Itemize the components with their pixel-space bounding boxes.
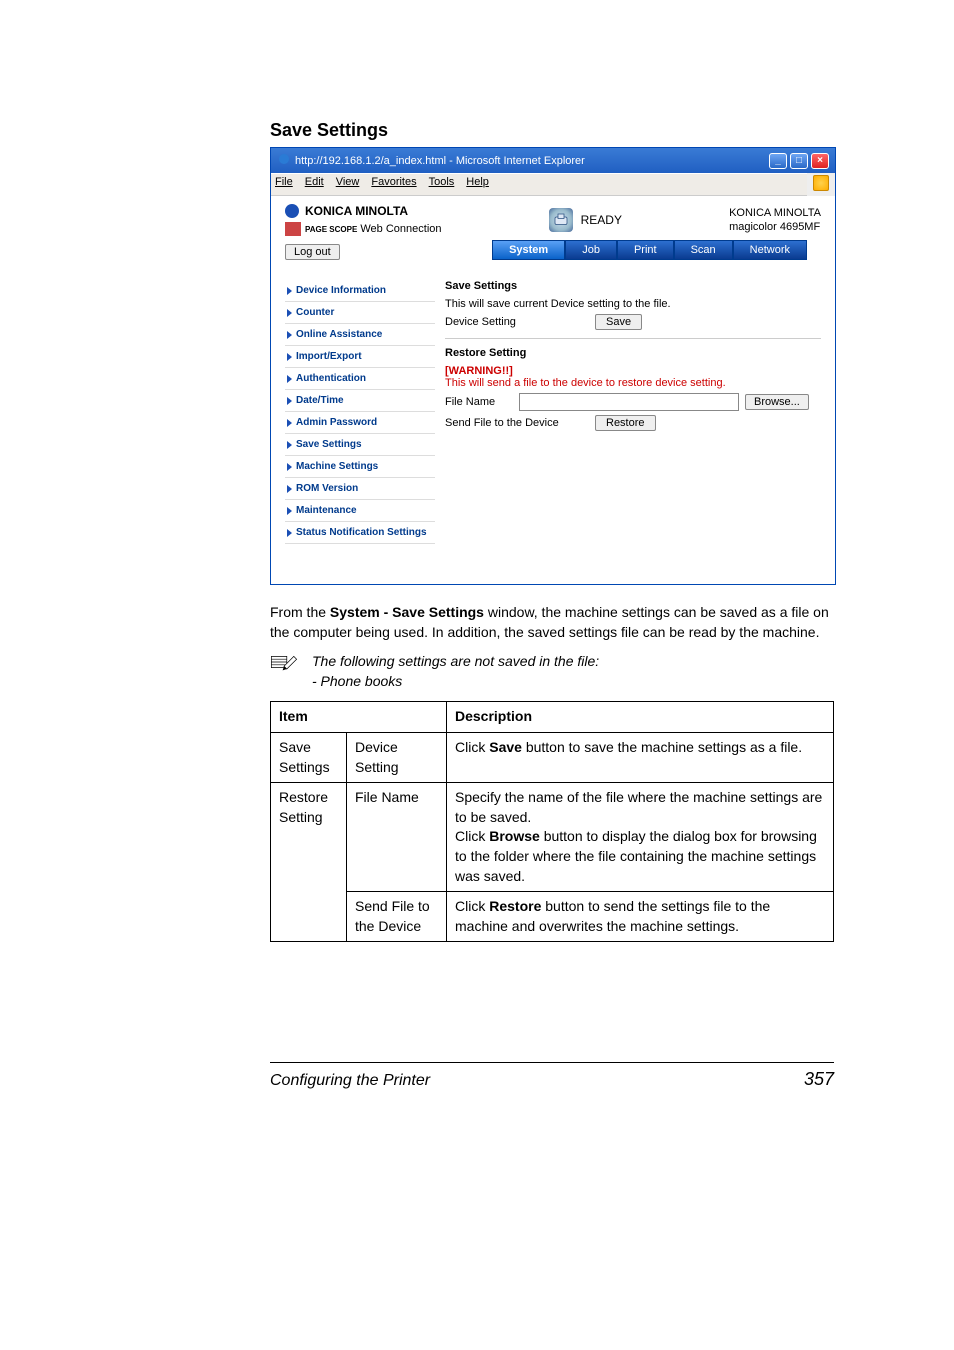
cell-send-file: Send File to the Device	[347, 892, 447, 942]
nav-status-notification[interactable]: Status Notification Settings	[285, 522, 435, 544]
left-nav: Device Information Counter Online Assist…	[285, 280, 435, 544]
cell-file-name-desc: Specify the name of the file where the m…	[447, 783, 834, 892]
ie-icon	[277, 152, 291, 169]
triangle-icon	[287, 309, 292, 317]
pagescope-icon	[285, 222, 301, 236]
brand-label: KONICA MINOLTA	[305, 204, 408, 218]
km-logo-icon	[285, 204, 299, 218]
triangle-icon	[287, 529, 292, 537]
nav-online-assistance[interactable]: Online Assistance	[285, 324, 435, 346]
warning-text: This will send a file to the device to r…	[445, 377, 821, 389]
status-ready-icon	[549, 208, 573, 232]
logout-button[interactable]: Log out	[285, 244, 340, 260]
status-ready-text: READY	[581, 213, 622, 227]
browser-window: http://192.168.1.2/a_index.html - Micros…	[270, 147, 836, 585]
cell-save-desc: Click Save button to save the machine se…	[447, 732, 834, 782]
pagescope-label: PAGE SCOPE Web Connection	[305, 223, 442, 235]
tab-network[interactable]: Network	[733, 240, 807, 260]
main-panel: Save Settings This will save current Dev…	[445, 280, 821, 544]
device-brand: KONICA MINOLTA	[729, 206, 821, 220]
triangle-icon	[287, 441, 292, 449]
menu-view[interactable]: View	[336, 176, 360, 193]
footer-title: Configuring the Printer	[270, 1072, 430, 1090]
warning-label: [WARNING!!]	[445, 365, 821, 377]
minimize-icon[interactable]: _	[769, 153, 787, 169]
panel-save-settings-title: Save Settings	[445, 280, 821, 292]
close-icon[interactable]: ×	[811, 153, 829, 169]
paragraph-intro: From the System - Save Settings window, …	[270, 603, 834, 642]
table-row: Send File to the Device Click Restore bu…	[271, 892, 834, 942]
panel-save-desc: This will save current Device setting to…	[445, 298, 821, 310]
menu-favorites[interactable]: Favorites	[371, 176, 416, 193]
tab-scan[interactable]: Scan	[674, 240, 733, 260]
panel-restore-title: Restore Setting	[445, 347, 821, 359]
menu-tools[interactable]: Tools	[429, 176, 455, 193]
nav-import-export[interactable]: Import/Export	[285, 346, 435, 368]
cell-send-file-desc: Click Restore button to send the setting…	[447, 892, 834, 942]
browser-menubar: File Edit View Favorites Tools Help	[271, 173, 807, 196]
maximize-icon[interactable]: □	[790, 153, 808, 169]
file-name-label: File Name	[445, 396, 513, 408]
section-heading: Save Settings	[270, 120, 834, 141]
menu-edit[interactable]: Edit	[305, 176, 324, 193]
triangle-icon	[287, 507, 292, 515]
cell-file-name: File Name	[347, 783, 447, 892]
nav-device-information[interactable]: Device Information	[285, 280, 435, 302]
tab-system[interactable]: System	[492, 240, 565, 260]
tab-print[interactable]: Print	[617, 240, 674, 260]
nav-date-time[interactable]: Date/Time	[285, 390, 435, 412]
browser-title-text: http://192.168.1.2/a_index.html - Micros…	[295, 155, 585, 167]
file-name-input[interactable]	[519, 393, 739, 411]
note-text: The following settings are not saved in …	[312, 652, 599, 691]
page-number: 357	[804, 1069, 834, 1090]
restore-button[interactable]: Restore	[595, 415, 656, 431]
settings-table: Item Description Save Settings Device Se…	[270, 701, 834, 942]
divider	[445, 338, 821, 339]
device-model: magicolor 4695MF	[729, 220, 821, 234]
tab-job[interactable]: Job	[565, 240, 617, 260]
send-file-label: Send File to the Device	[445, 417, 585, 429]
table-header-row: Item Description	[271, 702, 834, 733]
menu-file[interactable]: File	[275, 176, 293, 193]
ie-logo	[807, 173, 835, 196]
table-row: Save Settings Device Setting Click Save …	[271, 732, 834, 782]
nav-maintenance[interactable]: Maintenance	[285, 500, 435, 522]
triangle-icon	[287, 485, 292, 493]
nav-rom-version[interactable]: ROM Version	[285, 478, 435, 500]
triangle-icon	[287, 419, 292, 427]
cell-restore-setting: Restore Setting	[271, 783, 347, 942]
triangle-icon	[287, 331, 292, 339]
table-row: Restore Setting File Name Specify the na…	[271, 783, 834, 892]
nav-save-settings[interactable]: Save Settings	[285, 434, 435, 456]
device-setting-label: Device Setting	[445, 316, 585, 328]
nav-machine-settings[interactable]: Machine Settings	[285, 456, 435, 478]
nav-counter[interactable]: Counter	[285, 302, 435, 324]
triangle-icon	[287, 375, 292, 383]
triangle-icon	[287, 353, 292, 361]
nav-authentication[interactable]: Authentication	[285, 368, 435, 390]
col-description: Description	[447, 702, 834, 733]
triangle-icon	[287, 463, 292, 471]
cell-save-settings: Save Settings	[271, 732, 347, 782]
browse-button[interactable]: Browse...	[745, 394, 809, 410]
col-item: Item	[271, 702, 447, 733]
triangle-icon	[287, 397, 292, 405]
save-button[interactable]: Save	[595, 314, 642, 330]
menu-help[interactable]: Help	[466, 176, 489, 193]
nav-admin-password[interactable]: Admin Password	[285, 412, 435, 434]
browser-titlebar: http://192.168.1.2/a_index.html - Micros…	[271, 148, 835, 173]
note-icon	[270, 652, 302, 678]
triangle-icon	[287, 287, 292, 295]
cell-device-setting: Device Setting	[347, 732, 447, 782]
